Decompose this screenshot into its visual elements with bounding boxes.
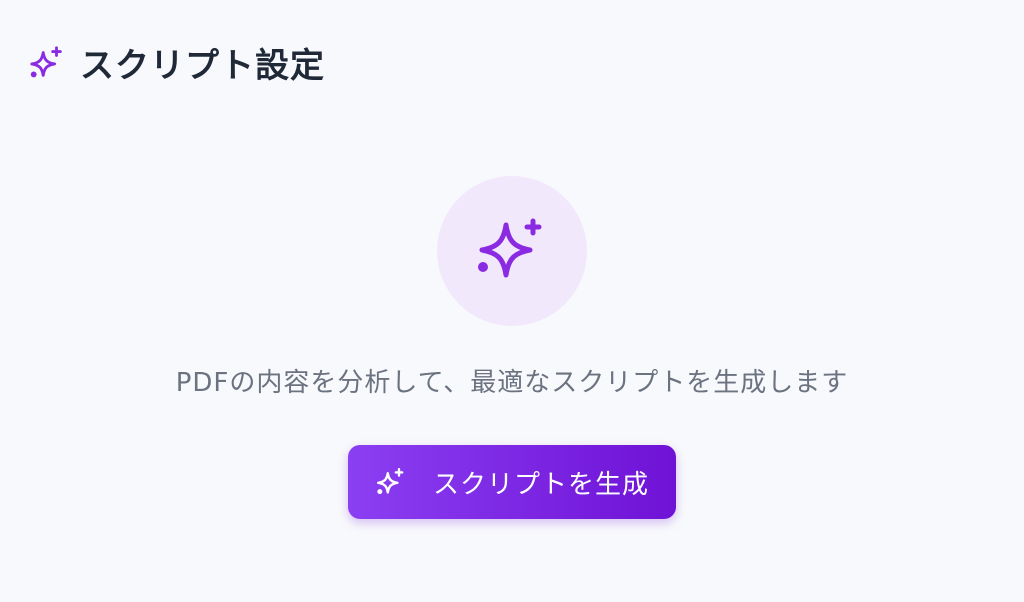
sparkles-icon: [472, 211, 552, 291]
sparkles-icon: [375, 466, 407, 498]
description-text: PDFの内容を分析して、最適なスクリプトを生成します: [175, 368, 849, 398]
page-header: スクリプト設定: [28, 38, 325, 87]
generate-script-button-label: スクリプトを生成: [432, 469, 649, 500]
sparkles-icon: [28, 44, 66, 82]
hero-icon-circle: [437, 176, 587, 326]
generate-script-button[interactable]: スクリプトを生成: [348, 445, 676, 519]
page-title: スクリプト設定: [80, 46, 325, 86]
